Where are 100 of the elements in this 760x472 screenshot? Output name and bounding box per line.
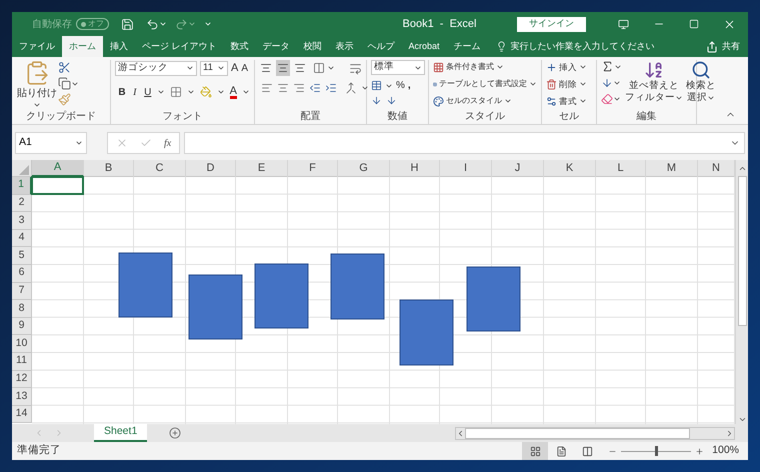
sheet-tab[interactable]: Sheet1 — [94, 424, 148, 442]
underline-button[interactable]: U — [144, 84, 152, 100]
row-header[interactable]: 12 — [12, 370, 32, 388]
ribbon-tab[interactable]: 挿入 — [103, 36, 135, 57]
scroll-right-icon[interactable] — [725, 428, 734, 438]
column-header[interactable]: M — [646, 160, 698, 177]
styles-menu-button[interactable]: テーブルとして書式設定 — [433, 77, 537, 91]
row-header[interactable]: 3 — [12, 212, 32, 230]
cells-menu-button[interactable]: 書式 — [546, 94, 592, 108]
bold-button[interactable]: B — [118, 84, 126, 100]
ribbon-tab[interactable]: ページ レイアウト — [135, 36, 224, 57]
caret-icon[interactable] — [361, 84, 369, 92]
ribbon-tab[interactable]: データ — [256, 36, 297, 57]
caret-icon[interactable] — [75, 139, 83, 147]
caret-icon[interactable] — [496, 63, 504, 71]
shrink-font-button[interactable]: A — [241, 60, 248, 76]
share-button[interactable]: 共有 — [698, 36, 748, 57]
row-header[interactable]: 6 — [12, 264, 32, 283]
indent-decrease-icon[interactable] — [309, 82, 321, 94]
column-header[interactable]: K — [544, 160, 596, 177]
align-center-icon[interactable] — [277, 82, 289, 94]
horizontal-scrollbar[interactable] — [455, 426, 735, 440]
caret-icon[interactable] — [579, 97, 587, 105]
column-header[interactable]: L — [596, 160, 646, 177]
caret-icon[interactable] — [156, 88, 165, 96]
scroll-down-icon[interactable] — [738, 415, 746, 424]
ribbon-tab[interactable]: ホーム — [62, 36, 103, 57]
row-header[interactable]: 10 — [12, 335, 32, 353]
column-header[interactable]: G — [338, 160, 390, 177]
eraser-icon[interactable] — [601, 93, 613, 105]
find-select-button[interactable]: 検索と 選択 — [686, 60, 716, 105]
lightbulb-icon[interactable] — [496, 41, 507, 52]
indent-increase-icon[interactable] — [325, 82, 337, 94]
italic-button[interactable]: I — [130, 84, 139, 100]
caret-icon[interactable] — [216, 88, 225, 96]
font-color-button[interactable]: A — [230, 86, 238, 98]
caret-icon[interactable] — [242, 88, 250, 96]
caret-icon[interactable] — [186, 88, 195, 96]
scroll-up-icon[interactable] — [738, 164, 746, 173]
caret-icon[interactable] — [414, 64, 422, 72]
zoom-slider-thumb[interactable] — [655, 446, 658, 456]
row-header[interactable]: 8 — [12, 300, 32, 318]
undo-icon[interactable] — [146, 18, 159, 30]
column-header[interactable]: B — [84, 160, 134, 177]
column-header[interactable]: J — [492, 160, 544, 177]
column-header[interactable]: D — [186, 160, 236, 177]
signin-button[interactable]: サインイン — [517, 16, 586, 32]
row-header[interactable]: 9 — [12, 318, 32, 336]
row-header[interactable]: 2 — [12, 194, 32, 212]
grow-font-button[interactable]: A — [231, 60, 238, 76]
save-icon[interactable] — [121, 18, 134, 30]
sum-icon[interactable] — [601, 60, 614, 73]
formula-input[interactable] — [184, 132, 745, 154]
zoom-in-icon[interactable] — [695, 446, 704, 456]
caret-icon[interactable] — [186, 64, 194, 72]
insert-function-button[interactable]: fx — [164, 136, 172, 150]
cut-icon[interactable] — [58, 61, 71, 74]
row-header[interactable]: 1 — [12, 177, 32, 195]
sort-filter-button[interactable]: 並べ替えと フィルター — [625, 60, 683, 105]
ribbon-tab[interactable]: チーム — [446, 36, 488, 57]
row-header[interactable]: 14 — [12, 406, 32, 424]
align-left-icon[interactable] — [261, 82, 273, 94]
styles-menu-button[interactable]: 条件付き書式 — [433, 60, 537, 74]
column-header[interactable]: A — [32, 160, 84, 177]
merge-icon[interactable] — [345, 82, 357, 94]
view-button[interactable] — [522, 442, 548, 460]
column-header[interactable]: H — [390, 160, 440, 177]
styles-menu-button[interactable]: セルのスタイル — [433, 94, 537, 108]
row-header[interactable]: 5 — [12, 247, 32, 265]
font-name-dropdown[interactable]: 游ゴシック — [115, 60, 197, 76]
caret-icon[interactable] — [579, 63, 587, 71]
caret-icon[interactable] — [385, 82, 393, 90]
caret-icon[interactable] — [504, 97, 512, 105]
caret-icon[interactable] — [71, 80, 79, 88]
ribbon-tab[interactable]: 数式 — [224, 36, 256, 57]
row-header[interactable]: 11 — [12, 352, 32, 371]
copy-icon[interactable] — [58, 77, 71, 90]
percent-button[interactable]: % — [396, 78, 405, 93]
redo-icon[interactable] — [175, 18, 188, 30]
ribbon-tab[interactable]: ファイル — [12, 36, 62, 57]
number-format-dropdown[interactable]: 標準 — [371, 60, 425, 75]
caret-icon[interactable] — [33, 101, 41, 109]
vertical-scrollbar[interactable] — [735, 160, 748, 424]
caret-icon[interactable] — [217, 64, 225, 72]
column-header[interactable]: C — [134, 160, 186, 177]
ribbon-tab[interactable]: Acrobat — [402, 36, 447, 57]
maximize-icon[interactable] — [689, 19, 699, 29]
font-size-dropdown[interactable]: 11 — [200, 60, 228, 76]
vertical-align-button[interactable] — [276, 60, 290, 76]
ribbon-tab[interactable]: 校閲 — [296, 36, 329, 57]
caret-icon[interactable] — [579, 80, 587, 88]
border-icon[interactable] — [170, 86, 182, 98]
cells-menu-button[interactable]: 削除 — [546, 77, 592, 91]
name-box[interactable]: A1 — [15, 132, 87, 154]
fill-color-icon[interactable] — [200, 86, 212, 98]
cells-menu-button[interactable]: 挿入 — [546, 60, 592, 74]
ribbon-tab[interactable]: ヘルプ — [360, 36, 402, 57]
scroll-left-icon[interactable] — [456, 428, 465, 438]
caret-icon[interactable] — [159, 20, 167, 28]
caret-icon[interactable] — [675, 94, 683, 102]
